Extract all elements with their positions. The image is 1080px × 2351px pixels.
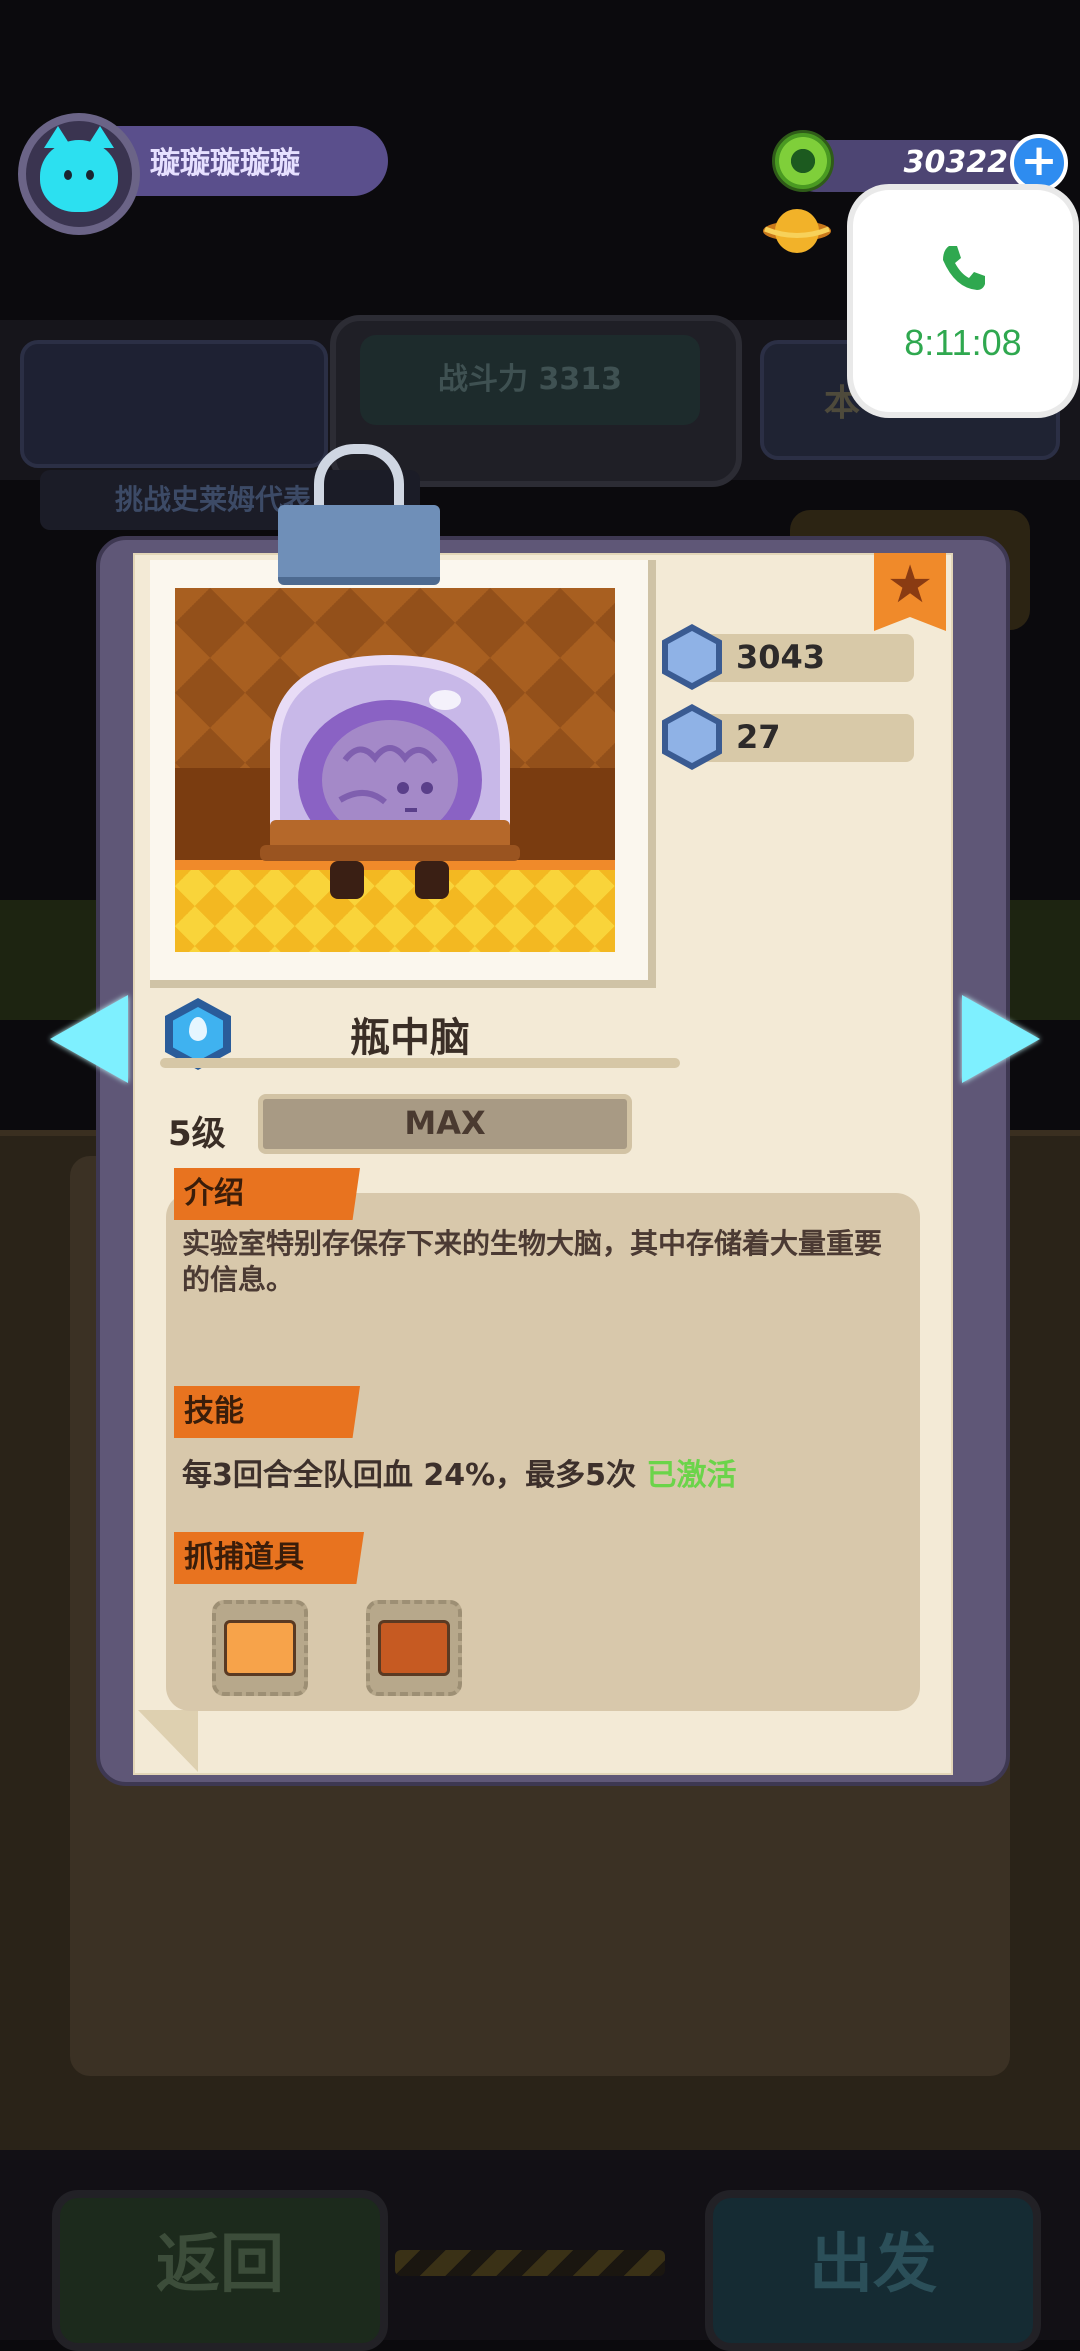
cat-eye-right <box>86 170 94 180</box>
capture-cage-icon <box>378 1620 450 1676</box>
background-power-label: 战斗力 3313 <box>360 335 700 425</box>
intro-description: 实验室特别存保存下来的生物大脑，其中存储着大量重要的信息。 <box>182 1227 883 1296</box>
back-button[interactable]: 返回 <box>52 2190 388 2351</box>
pet-level: 5级 <box>168 1114 226 1154</box>
add-coins-button[interactable]: + <box>1010 134 1068 192</box>
cat-eye-left <box>64 170 72 180</box>
previous-pet-arrow[interactable] <box>50 995 128 1083</box>
phone-icon <box>943 246 985 290</box>
hazard-stripe <box>395 2250 665 2276</box>
level-status: MAX <box>404 1104 486 1142</box>
coin-value: 30322 <box>903 145 1008 180</box>
intro-section-tag: 介绍 <box>174 1168 360 1220</box>
pet-name-underline <box>160 1058 680 1068</box>
attack-value: 3043 <box>736 638 826 676</box>
star-icon: ★ <box>886 555 934 615</box>
profile-name: 璇璇璇璇璇 <box>150 146 300 181</box>
skill-description-line: 每3回合全队回血 24%，最多5次 已激活 <box>182 1450 736 1494</box>
cat-ear-right <box>86 126 114 148</box>
defense-stat-bar <box>692 714 914 762</box>
planet-icon <box>763 209 831 253</box>
brain-in-jar-icon <box>260 654 520 899</box>
background-element-panel <box>20 340 328 468</box>
next-pet-arrow[interactable] <box>962 995 1040 1083</box>
cat-avatar-icon <box>40 126 118 212</box>
paper-curl <box>138 1710 198 1772</box>
capture-box-icon <box>224 1620 296 1676</box>
capture-section-tag: 抓捕道具 <box>174 1532 364 1584</box>
go-button[interactable]: 出发 <box>705 2190 1041 2351</box>
skill-section-tag: 技能 <box>174 1386 360 1438</box>
call-timer: 8:11:08 <box>904 322 1022 363</box>
defense-value: 27 <box>736 718 781 756</box>
cat-ear-left <box>44 126 72 148</box>
binder-clip-icon <box>278 505 440 585</box>
coin-icon <box>772 130 834 192</box>
skill-status: 已激活 <box>646 1458 737 1493</box>
skill-description: 每3回合全队回血 24%，最多5次 <box>182 1458 636 1493</box>
call-widget[interactable] <box>853 190 1073 412</box>
pet-name: 瓶中脑 <box>350 1015 470 1061</box>
